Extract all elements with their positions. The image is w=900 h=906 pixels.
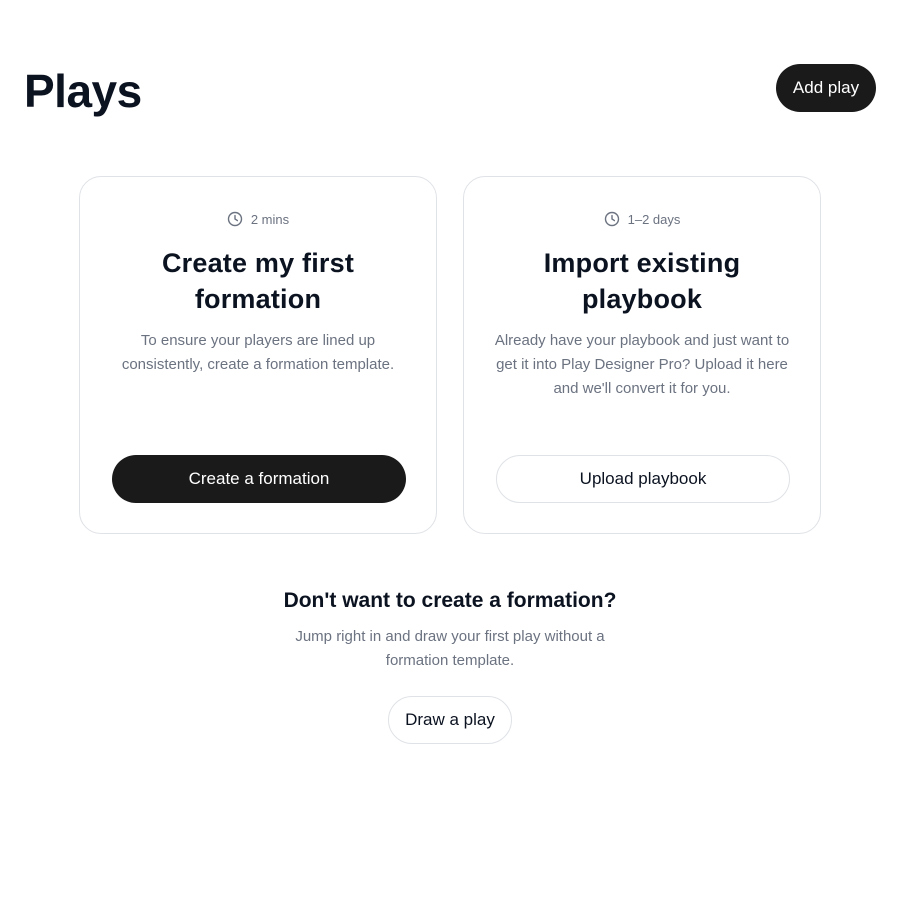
card-title: Import existing playbook xyxy=(543,248,741,314)
alternative-title: Don't want to create a formation? xyxy=(283,589,617,612)
draw-play-button[interactable]: Draw a play xyxy=(388,696,512,744)
duration-text: 1–2 days xyxy=(627,211,681,227)
card-description: To ensure your players are lined up cons… xyxy=(121,332,395,373)
card-title: Create my first formation xyxy=(161,248,355,314)
upload-playbook-button[interactable]: Upload playbook xyxy=(496,455,790,503)
page-title: Plays xyxy=(24,65,142,117)
clock-icon xyxy=(604,211,619,227)
create-formation-card: 2 mins Create my first formation To ensu… xyxy=(79,176,437,534)
duration-badge: 1–2 days xyxy=(464,211,820,227)
clock-icon xyxy=(227,211,243,227)
import-playbook-card: 1–2 days Import existing playbook Alread… xyxy=(463,176,821,534)
alternative-description: Jump right in and draw your first play w… xyxy=(295,628,605,669)
add-play-button[interactable]: Add play xyxy=(776,64,876,112)
duration-text: 2 mins xyxy=(250,211,290,227)
card-description: Already have your playbook and just want… xyxy=(494,332,790,397)
create-formation-button[interactable]: Create a formation xyxy=(112,455,406,503)
duration-badge: 2 mins xyxy=(80,211,436,227)
